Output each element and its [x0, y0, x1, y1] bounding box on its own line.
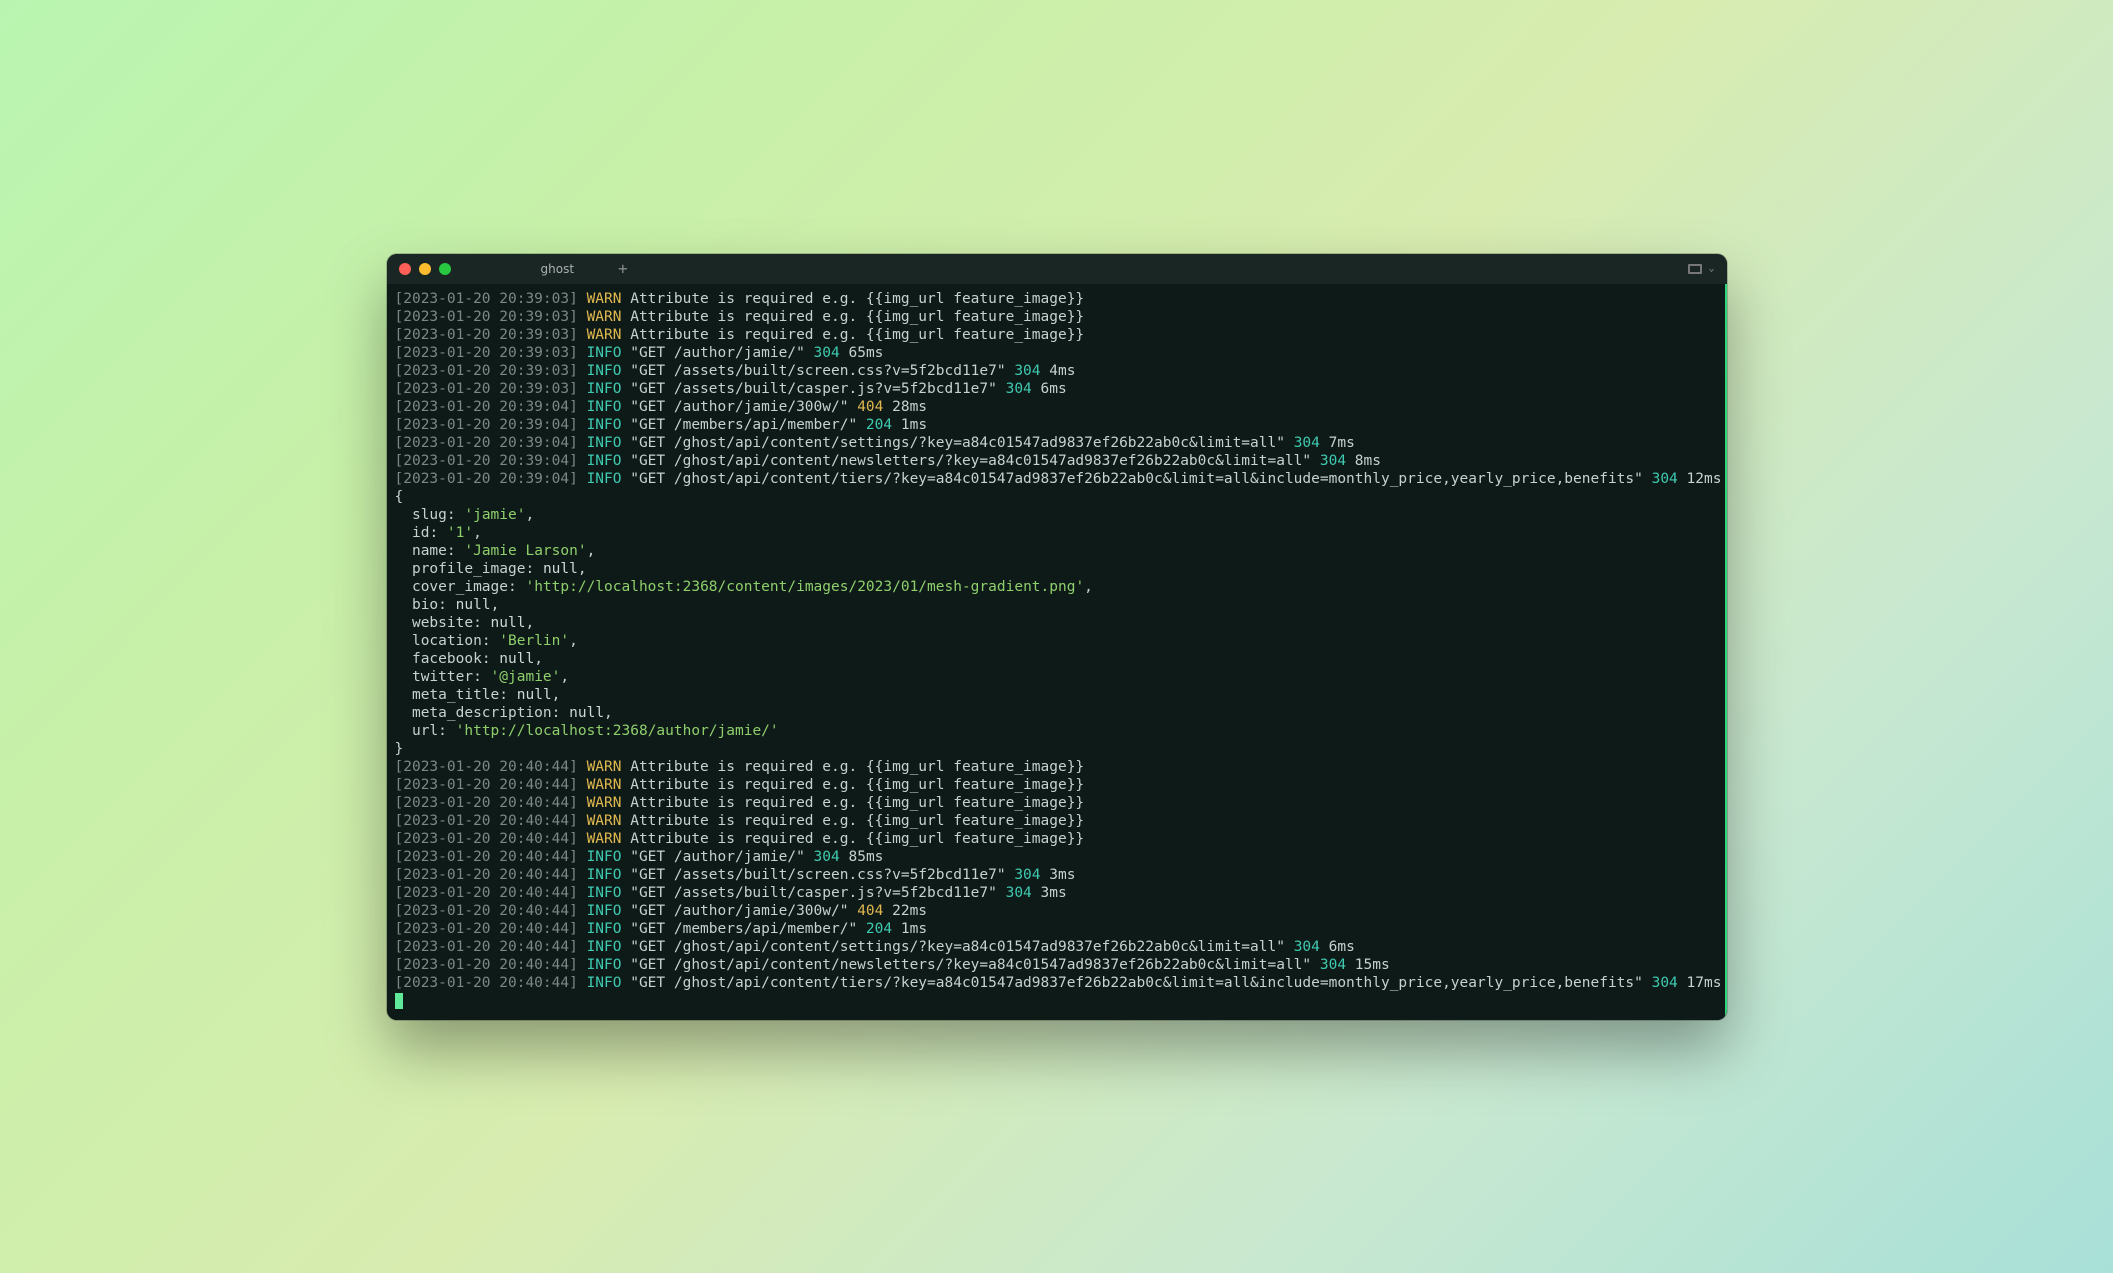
log-line: [2023-01-20 20:40:44] INFO "GET /ghost/a…	[395, 938, 1717, 956]
new-tab-button[interactable]: +	[604, 259, 642, 278]
log-line: [2023-01-20 20:39:03] INFO "GET /assets/…	[395, 380, 1717, 398]
minimize-icon[interactable]	[419, 263, 431, 275]
log-line: [2023-01-20 20:40:44] INFO "GET /author/…	[395, 848, 1717, 866]
close-icon[interactable]	[399, 263, 411, 275]
log-line: [2023-01-20 20:40:44] WARN Attribute is …	[395, 794, 1717, 812]
log-line: [2023-01-20 20:40:44] INFO "GET /ghost/a…	[395, 956, 1717, 974]
log-line: [2023-01-20 20:39:04] INFO "GET /author/…	[395, 398, 1717, 416]
log-line: location: 'Berlin',	[395, 632, 1717, 650]
log-line: bio: null,	[395, 596, 1717, 614]
log-line: [2023-01-20 20:39:03] INFO "GET /author/…	[395, 344, 1717, 362]
log-line: name: 'Jamie Larson',	[395, 542, 1717, 560]
log-line: url: 'http://localhost:2368/author/jamie…	[395, 722, 1717, 740]
log-line: [2023-01-20 20:40:44] INFO "GET /author/…	[395, 902, 1717, 920]
chevron-down-icon[interactable]: ⌄	[1708, 263, 1714, 274]
traffic-lights	[399, 263, 451, 275]
log-line: [2023-01-20 20:39:03] WARN Attribute is …	[395, 290, 1717, 308]
log-line: [2023-01-20 20:40:44] WARN Attribute is …	[395, 776, 1717, 794]
terminal-output[interactable]: [2023-01-20 20:39:03] WARN Attribute is …	[387, 284, 1727, 1020]
log-line: [2023-01-20 20:40:44] WARN Attribute is …	[395, 812, 1717, 830]
log-line: [2023-01-20 20:39:04] INFO "GET /members…	[395, 416, 1717, 434]
log-line: [2023-01-20 20:40:44] INFO "GET /assets/…	[395, 866, 1717, 884]
prompt-line[interactable]	[395, 992, 1717, 1010]
log-line: profile_image: null,	[395, 560, 1717, 578]
log-line: meta_description: null,	[395, 704, 1717, 722]
log-line: {	[395, 488, 1717, 506]
log-line: website: null,	[395, 614, 1717, 632]
log-line: [2023-01-20 20:40:44] WARN Attribute is …	[395, 830, 1717, 848]
log-line: [2023-01-20 20:39:04] INFO "GET /ghost/a…	[395, 452, 1717, 470]
log-line: cover_image: 'http://localhost:2368/cont…	[395, 578, 1717, 596]
log-line: twitter: '@jamie',	[395, 668, 1717, 686]
tab-bar: ghost +	[511, 256, 642, 282]
maximize-icon[interactable]	[439, 263, 451, 275]
log-line: [2023-01-20 20:39:03] WARN Attribute is …	[395, 308, 1717, 326]
log-line: [2023-01-20 20:40:44] INFO "GET /assets/…	[395, 884, 1717, 902]
titlebar-right: ⌄	[1688, 263, 1714, 274]
log-line: [2023-01-20 20:39:03] WARN Attribute is …	[395, 326, 1717, 344]
panel-icon[interactable]	[1688, 264, 1702, 274]
log-line: slug: 'jamie',	[395, 506, 1717, 524]
log-line: id: '1',	[395, 524, 1717, 542]
log-line: [2023-01-20 20:40:44] WARN Attribute is …	[395, 758, 1717, 776]
titlebar[interactable]: ghost + ⌄	[387, 254, 1727, 284]
cursor-icon	[395, 993, 403, 1009]
terminal-window: ghost + ⌄ [2023-01-20 20:39:03] WARN Att…	[387, 254, 1727, 1020]
log-line: [2023-01-20 20:40:44] INFO "GET /members…	[395, 920, 1717, 938]
log-line: [2023-01-20 20:40:44] INFO "GET /ghost/a…	[395, 974, 1717, 992]
log-line: facebook: null,	[395, 650, 1717, 668]
log-line: [2023-01-20 20:39:04] INFO "GET /ghost/a…	[395, 434, 1717, 452]
log-line: [2023-01-20 20:39:04] INFO "GET /ghost/a…	[395, 470, 1717, 488]
log-line: }	[395, 740, 1717, 758]
tab-ghost[interactable]: ghost	[511, 256, 605, 282]
log-line: meta_title: null,	[395, 686, 1717, 704]
log-line: [2023-01-20 20:39:03] INFO "GET /assets/…	[395, 362, 1717, 380]
